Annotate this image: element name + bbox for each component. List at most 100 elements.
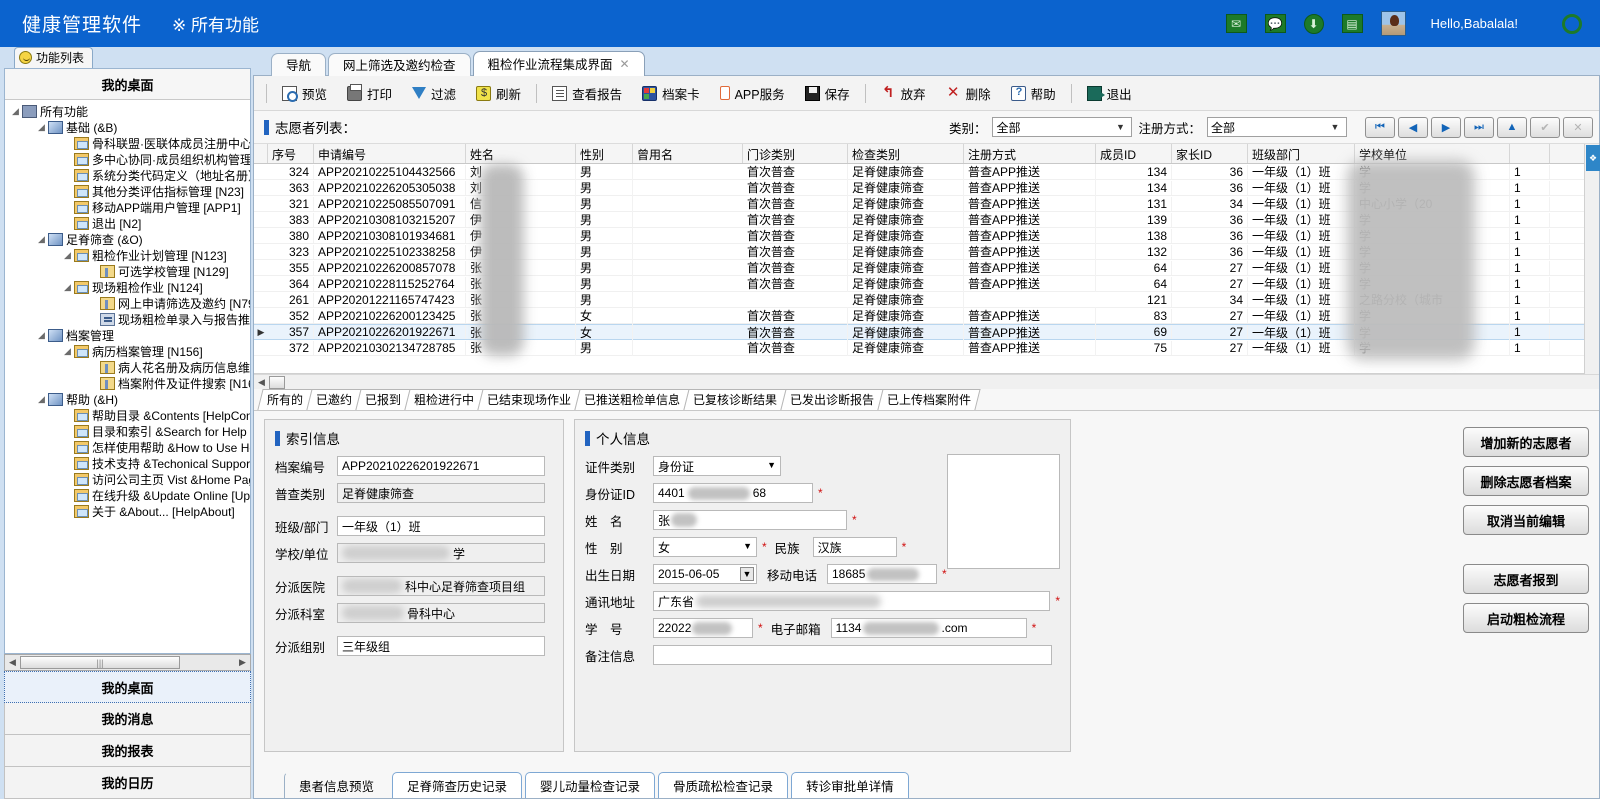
status-group-tab[interactable]: 已推送粗检单信息 [574, 389, 690, 410]
toolbar-button[interactable]: 刷新 [467, 81, 530, 106]
scroll-left-arrow-icon[interactable]: ◀ [254, 377, 269, 388]
toolbar-button[interactable]: 过滤 [403, 81, 465, 106]
column-header[interactable]: 家长ID [1172, 144, 1248, 163]
calendar-dropdown-icon[interactable]: ▼ [740, 567, 754, 581]
row-selector[interactable]: ▶ [254, 327, 268, 338]
tree-node[interactable]: 技术支持 &Techonical Support [35, 455, 250, 471]
status-group-tab[interactable]: 已复核诊断结果 [683, 389, 787, 410]
address-field[interactable]: 广东省 [653, 591, 1051, 611]
record-nav-button-5[interactable]: ✔ [1530, 116, 1560, 138]
tree-node[interactable]: 档案附件及证件搜索 [N163] [48, 375, 250, 391]
tree-expander-icon[interactable]: ◢ [35, 234, 48, 245]
tree-expander-icon[interactable]: ◢ [35, 330, 48, 341]
sidebar-button-2[interactable]: 我的报表 [4, 735, 251, 767]
detail-tab[interactable]: 骨质疏松检查记录 [658, 772, 789, 798]
settings-button[interactable] [1562, 13, 1582, 34]
tree-node[interactable]: 可选学校管理 [N129] [48, 263, 250, 279]
detail-tab[interactable]: 足脊筛查历史记录 [392, 772, 523, 798]
window-tab[interactable]: 导航 [271, 53, 327, 76]
status-group-tab[interactable]: 已上传档案附件 [877, 389, 981, 410]
sidebar-tab-function-list[interactable]: 功能列表 [14, 47, 94, 68]
toolbar-button[interactable]: 帮助 [1002, 81, 1065, 106]
ethnic-field[interactable]: 汉族 [812, 537, 897, 557]
note-field[interactable] [653, 645, 1052, 665]
cloud-download-icon[interactable]: ⬇ [1303, 13, 1324, 34]
index-field-input[interactable]: APP20210226201922671 [337, 456, 545, 476]
action-button[interactable]: 志愿者报到 [1463, 564, 1589, 594]
toolbar-button[interactable]: 查看报告 [543, 81, 631, 106]
action-button[interactable]: 启动粗检流程 [1463, 603, 1589, 633]
tree-node[interactable]: ◢ 粗检作业计划管理 [N123] [35, 247, 250, 263]
record-nav-button-1[interactable]: ◀ [1398, 116, 1428, 138]
tree-expander-icon[interactable]: ◢ [61, 250, 74, 261]
tree-node[interactable]: ◢ 所有功能 [9, 103, 250, 119]
tree-node[interactable]: ◢ 足脊筛查 (&O) [22, 231, 250, 247]
tree-expander-icon[interactable]: ◢ [61, 282, 74, 293]
index-field-input[interactable]: 三年级组 [337, 636, 545, 656]
register-filter-select[interactable]: 全部 ▼ [1207, 117, 1347, 137]
index-field-input[interactable]: 学 [337, 543, 545, 563]
tree-node[interactable]: 在线升级 &Update Online [Upda [35, 487, 250, 503]
sidebar-button-0[interactable]: 我的桌面 [4, 671, 251, 703]
column-header[interactable]: 申请编号 [314, 144, 466, 163]
scroll-right-arrow-icon[interactable]: ▶ [235, 657, 250, 668]
window-tab[interactable]: 网上筛选及邀约检查 [328, 53, 471, 76]
scrollbar-thumb[interactable]: ||| [20, 656, 180, 669]
sidebar-button-3[interactable]: 我的日历 [4, 767, 251, 799]
gender-select[interactable]: 女 ▼ [653, 537, 757, 557]
avatar[interactable] [1380, 11, 1406, 36]
column-header[interactable]: 班级部门 [1248, 144, 1355, 163]
toolbar-button[interactable]: 预览 [273, 81, 336, 106]
action-button[interactable]: 取消当前编辑 [1463, 505, 1589, 535]
column-header[interactable]: 曾用名 [633, 144, 743, 163]
birth-date-picker[interactable]: 2015-06-05 ▼ [653, 564, 757, 584]
tree-node[interactable]: 怎样使用帮助 &How to Use Help [35, 439, 250, 455]
index-field-input[interactable]: 足脊健康筛查 [337, 483, 545, 503]
toolbar-button[interactable]: 档案卡 [633, 81, 709, 106]
photo-placeholder[interactable] [946, 454, 1060, 569]
status-group-tab[interactable]: 所有的 [257, 389, 313, 410]
tree-node[interactable]: 访问公司主页 Vist &Home Page [35, 471, 250, 487]
status-group-tab[interactable]: 已发出诊断报告 [780, 389, 884, 410]
function-tree[interactable]: ◢ 所有功能 ◢ 基础 (&B) 骨科联盟·医联体成员注册中心 多中心协同·成员组织机构管… [5, 100, 250, 653]
tree-node[interactable]: 关于 &About... [HelpAbout] [35, 503, 250, 519]
column-header[interactable]: 性别 [576, 144, 633, 163]
volunteer-table[interactable]: 序号 申请编号 姓名 性别 曾用名 门诊类别 检查类别 注册方式 成员ID 家长ID 班级部门 学校单… [254, 144, 1599, 374]
id-number-field[interactable]: 4401 68 [653, 483, 813, 503]
record-nav-button-3[interactable]: ⏭ [1464, 116, 1494, 138]
tree-expander-icon[interactable]: ◢ [61, 346, 74, 357]
mobile-field[interactable]: 18685 [827, 564, 937, 584]
tree-expander-icon[interactable]: ◢ [9, 106, 22, 117]
action-button[interactable]: 增加新的志愿者 [1463, 427, 1589, 457]
scroll-left-arrow-icon[interactable]: ◀ [5, 657, 20, 668]
tree-node[interactable]: ◢ 基础 (&B) [22, 119, 250, 135]
record-nav-button-2[interactable]: ▶ [1431, 116, 1461, 138]
column-header[interactable]: 门诊类别 [743, 144, 848, 163]
tree-expander-icon[interactable]: ◢ [35, 394, 48, 405]
index-field-input[interactable]: 骨科中心 [337, 603, 545, 623]
close-icon[interactable]: ✕ [620, 57, 630, 71]
calendar-icon[interactable]: ▤ [1341, 14, 1363, 33]
name-field[interactable]: 张 [653, 510, 847, 530]
toolbar-button[interactable]: APP服务 [711, 81, 794, 106]
detail-tab[interactable]: 患者信息预览 [284, 772, 389, 798]
tree-node[interactable]: ◢ 档案管理 [22, 327, 250, 343]
tree-node[interactable]: 帮助目录 &Contents [HelpConten [35, 407, 250, 423]
category-filter-select[interactable]: 全部 ▼ [992, 117, 1133, 137]
email-field[interactable]: 1134 .com [830, 618, 1027, 638]
record-nav-button-4[interactable]: ▲ [1497, 116, 1527, 138]
chat-icon[interactable]: 💬 [1264, 14, 1286, 33]
sidebar-button-1[interactable]: 我的消息 [4, 703, 251, 735]
column-header[interactable]: 成员ID [1096, 144, 1172, 163]
index-field-input[interactable]: 一年级（1）班 [337, 516, 545, 536]
tree-node[interactable]: 骨科联盟·医联体成员注册中心 [35, 135, 250, 151]
all-functions-link[interactable]: ※ 所有功能 [172, 11, 259, 36]
tree-node[interactable]: 网上申请筛选及邀约 [N79] [48, 295, 250, 311]
column-header[interactable] [1510, 144, 1550, 163]
tree-node[interactable]: ◢ 帮助 (&H) [22, 391, 250, 407]
tree-node[interactable]: 其他分类评估指标管理 [N23] [35, 183, 250, 199]
side-dock-toggle[interactable]: ❖ [1586, 145, 1600, 171]
column-header[interactable]: 检查类别 [848, 144, 964, 163]
action-button[interactable]: 删除志愿者档案 [1463, 466, 1589, 496]
toolbar-button[interactable]: ↰ 放弃 [872, 81, 935, 106]
